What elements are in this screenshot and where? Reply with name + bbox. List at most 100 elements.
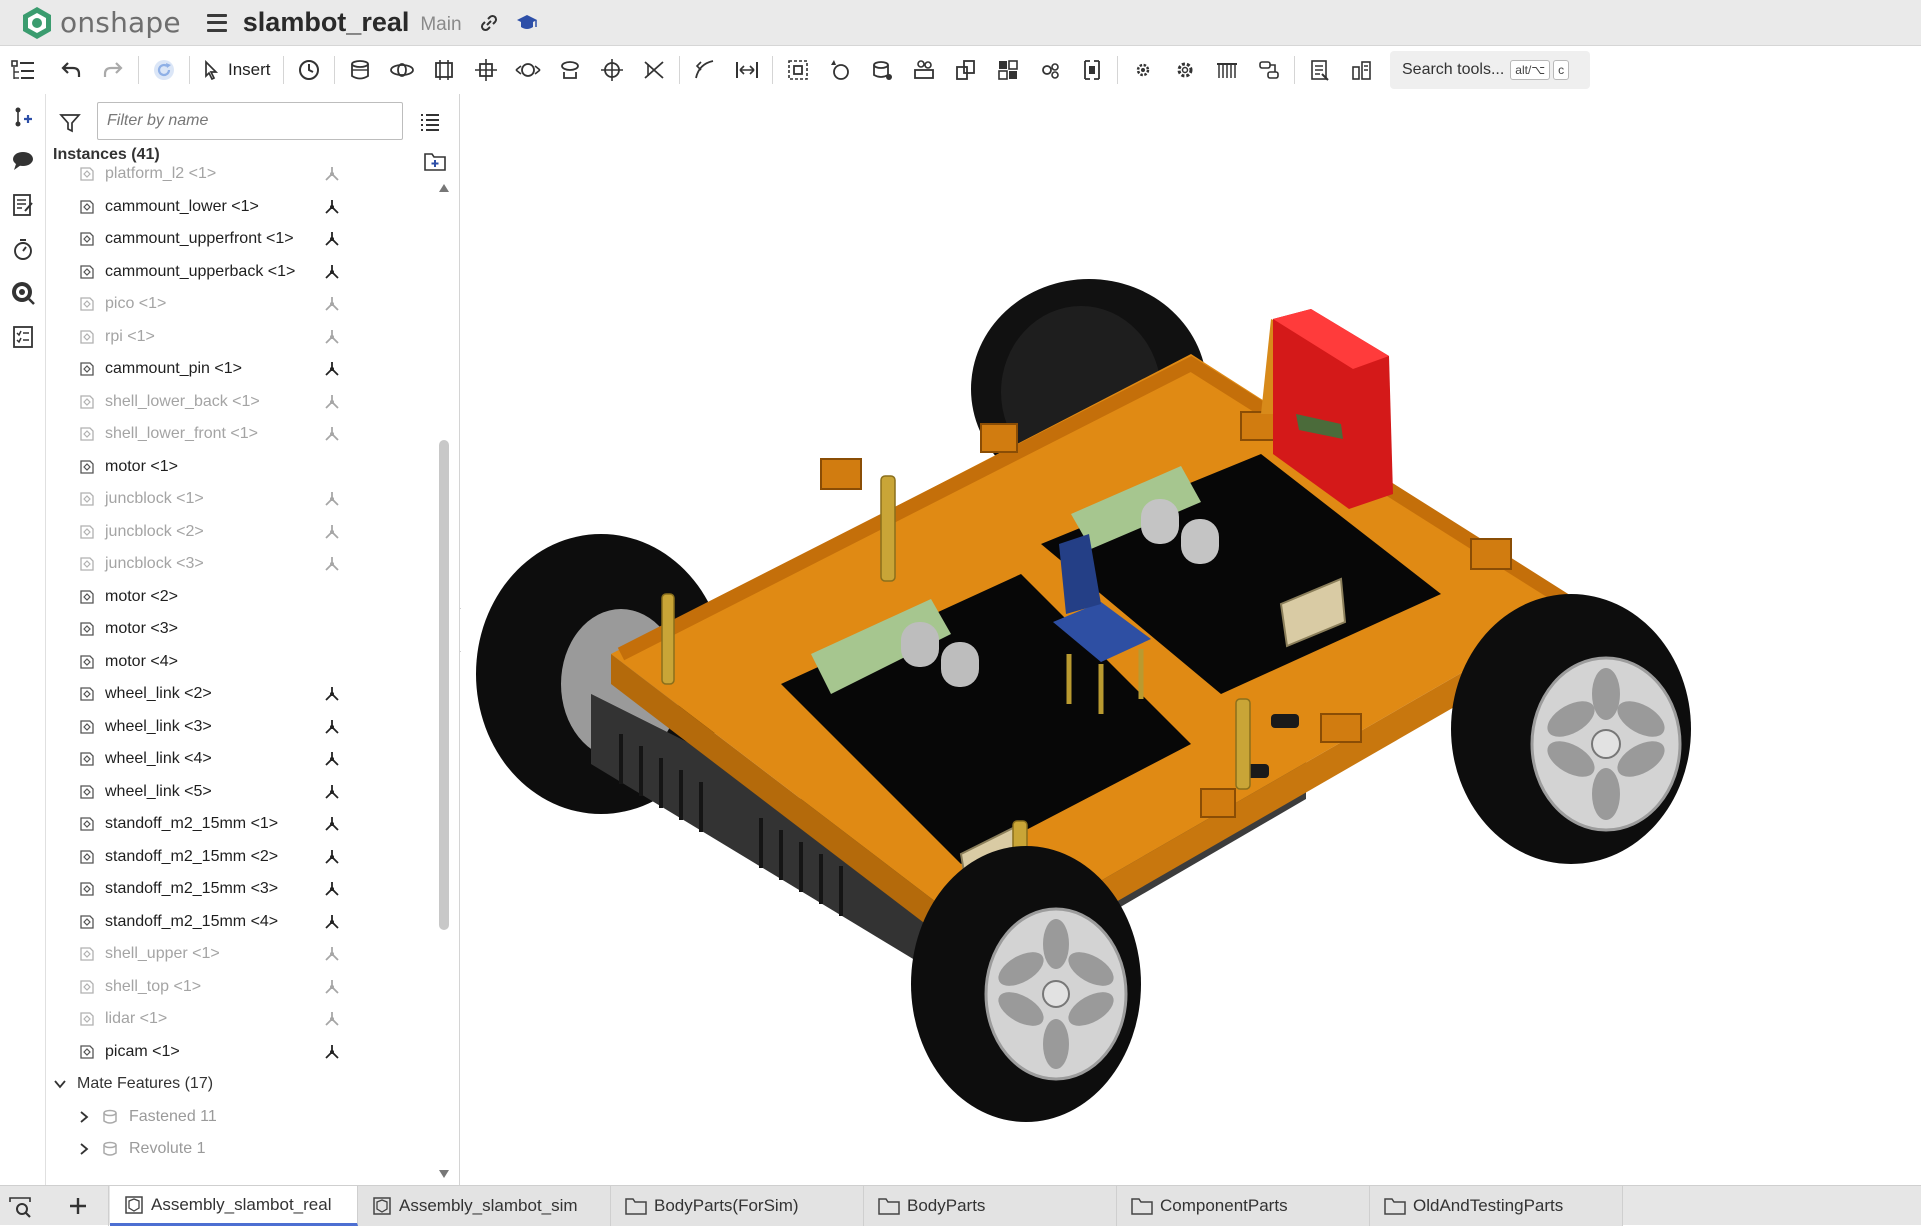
mate-connector-icon[interactable] — [323, 685, 341, 703]
mate-connector-icon[interactable] — [323, 523, 341, 541]
instance-row[interactable]: motor <1> — [47, 451, 427, 483]
mate-connector-icon[interactable] — [323, 263, 341, 281]
mate-connector-icon[interactable] — [323, 848, 341, 866]
width-mate-button[interactable] — [726, 50, 768, 90]
mate-connector-icon[interactable] — [323, 393, 341, 411]
filter-icon[interactable] — [59, 112, 81, 134]
mate-connector-icon[interactable] — [323, 490, 341, 508]
assembly-properties-button[interactable] — [1341, 50, 1383, 90]
notes-rail-button[interactable] — [10, 192, 36, 218]
search-tools-box[interactable]: Search tools... alt/⌥ c — [1390, 51, 1590, 89]
mate-feature-row[interactable]: Revolute 1 — [47, 1133, 427, 1165]
instance-row[interactable]: juncblock <1> — [47, 483, 427, 515]
instance-row[interactable]: platform_l2 <1> — [47, 164, 427, 190]
fix-button[interactable] — [861, 50, 903, 90]
instance-row[interactable]: wheel_link <4> — [47, 743, 427, 775]
linear-pattern-button[interactable] — [987, 50, 1029, 90]
document-tab[interactable]: BodyParts(ForSim) — [611, 1186, 864, 1226]
mate-features-header[interactable]: Mate Features (17) — [47, 1068, 427, 1100]
instance-row[interactable]: picam <1> — [47, 1036, 427, 1068]
link-icon[interactable] — [478, 12, 500, 34]
mate-connector-icon[interactable] — [323, 555, 341, 573]
instance-row[interactable]: standoff_m2_15mm <2> — [47, 841, 427, 873]
robot-model-render[interactable] — [461, 94, 1921, 1185]
checklist-rail-button[interactable] — [10, 324, 36, 350]
mate-connector-icon[interactable] — [323, 880, 341, 898]
slider-mate-button[interactable] — [423, 50, 465, 90]
instance-row[interactable]: motor <3> — [47, 613, 427, 645]
document-tab[interactable]: ComponentParts — [1117, 1186, 1370, 1226]
list-view-icon[interactable] — [419, 111, 441, 133]
graphics-analysis-rail-button[interactable] — [10, 280, 36, 306]
pattern-button[interactable] — [945, 50, 987, 90]
mate-connector-icon[interactable] — [323, 913, 341, 931]
feature-list-icon[interactable] — [10, 58, 36, 84]
document-title[interactable]: slambot_real — [243, 7, 410, 38]
tangent-mate-button[interactable] — [684, 50, 726, 90]
mate-connector-icon[interactable] — [323, 328, 341, 346]
instance-row[interactable]: wheel_link <5> — [47, 776, 427, 808]
document-tab[interactable]: OldAndTestingParts — [1370, 1186, 1623, 1226]
gear-relation-button[interactable] — [1071, 50, 1113, 90]
instance-row[interactable]: lidar <1> — [47, 1003, 427, 1035]
learning-center-icon[interactable] — [516, 12, 538, 34]
revolute-mate-button[interactable] — [381, 50, 423, 90]
mate-connector-icon[interactable] — [323, 945, 341, 963]
instance-row[interactable]: motor <4> — [47, 646, 427, 678]
add-tab-button[interactable] — [47, 1186, 109, 1226]
instance-row[interactable]: cammount_upperback <1> — [47, 256, 427, 288]
replicate-button[interactable] — [903, 50, 945, 90]
reload-button[interactable] — [143, 50, 185, 90]
screw-relation-button[interactable] — [1164, 50, 1206, 90]
mate-feature-row[interactable]: Fastened 11 — [47, 1101, 427, 1133]
pin-slot-mate-button[interactable] — [549, 50, 591, 90]
instance-row[interactable]: cammount_upperfront <1> — [47, 223, 427, 255]
instance-row[interactable]: motor <2> — [47, 581, 427, 613]
mate-connector-icon[interactable] — [323, 978, 341, 996]
mate-connector-icon[interactable] — [323, 1043, 341, 1061]
mate-connector-icon[interactable] — [323, 165, 341, 183]
history-button[interactable] — [288, 50, 330, 90]
document-tab[interactable]: BodyParts — [864, 1186, 1117, 1226]
mate-connector-icon[interactable] — [323, 198, 341, 216]
instance-row[interactable]: wheel_link <2> — [47, 678, 427, 710]
instance-row[interactable]: shell_top <1> — [47, 971, 427, 1003]
mate-connector-icon[interactable] — [323, 425, 341, 443]
parallel-mate-button[interactable] — [633, 50, 675, 90]
mate-connector-button[interactable] — [777, 50, 819, 90]
bom-button[interactable] — [1248, 50, 1290, 90]
insert-instance-rail-button[interactable] — [10, 104, 36, 130]
display-states-button[interactable] — [1206, 50, 1248, 90]
instance-row[interactable]: standoff_m2_15mm <1> — [47, 808, 427, 840]
instance-row[interactable]: cammount_pin <1> — [47, 353, 427, 385]
mate-feature-row[interactable]: Fastened 14 — [47, 1166, 427, 1175]
mate-connector-icon[interactable] — [323, 815, 341, 833]
document-menu-button[interactable] — [206, 13, 227, 32]
chevron-right-icon[interactable] — [77, 1110, 91, 1124]
undo-button[interactable] — [50, 50, 92, 90]
rack-pinion-button[interactable] — [1122, 50, 1164, 90]
instance-row[interactable]: standoff_m2_15mm <3> — [47, 873, 427, 905]
insert-button[interactable]: Insert — [194, 50, 279, 90]
branch-label[interactable]: Main — [420, 14, 461, 36]
onshape-logo[interactable]: onshape — [22, 6, 181, 40]
group-button[interactable] — [819, 50, 861, 90]
explode-button[interactable] — [1029, 50, 1071, 90]
mate-connector-icon[interactable] — [323, 783, 341, 801]
instance-row[interactable]: wheel_link <3> — [47, 711, 427, 743]
instance-row[interactable]: pico <1> — [47, 288, 427, 320]
instance-row[interactable]: standoff_m2_15mm <4> — [47, 906, 427, 938]
instance-row[interactable]: rpi <1> — [47, 321, 427, 353]
search-documents-icon[interactable] — [8, 1196, 34, 1218]
instance-row[interactable]: shell_upper <1> — [47, 938, 427, 970]
named-positions-button[interactable] — [1299, 50, 1341, 90]
scrollbar-thumb[interactable] — [439, 440, 449, 930]
document-tab[interactable]: Assembly_slambot_sim — [358, 1186, 611, 1226]
mate-connector-icon[interactable] — [323, 1010, 341, 1028]
comments-rail-button[interactable] — [10, 148, 36, 174]
cylindrical-mate-button[interactable] — [507, 50, 549, 90]
instance-row[interactable]: juncblock <2> — [47, 516, 427, 548]
instance-row[interactable]: shell_lower_back <1> — [47, 386, 427, 418]
graphics-viewport[interactable] — [461, 94, 1921, 1185]
mate-connector-icon[interactable] — [323, 295, 341, 313]
